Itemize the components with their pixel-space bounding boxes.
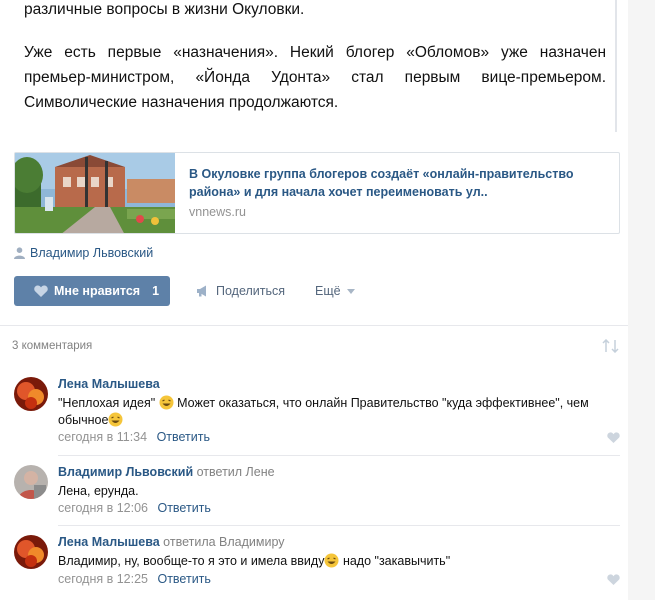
comment-text: Владимир, ну, вообще-то я это и имела вв… bbox=[58, 553, 618, 570]
heart-icon bbox=[34, 285, 48, 297]
comment-text-part: "Неплохая идея" bbox=[58, 396, 156, 410]
laugh-emoji-icon bbox=[324, 553, 339, 568]
comment-time[interactable]: сегодня в 12:25 bbox=[58, 572, 148, 586]
like-label: Мне нравится bbox=[54, 284, 141, 298]
post-actions-bar: Мне нравится 1 Поделиться Ещё bbox=[14, 276, 355, 306]
comment-author[interactable]: Владимир Львовский ответил Лене bbox=[58, 465, 275, 479]
laugh-emoji-icon bbox=[159, 395, 174, 410]
heart-icon[interactable] bbox=[607, 432, 620, 443]
comment-meta: сегодня в 12:06 Ответить bbox=[58, 501, 211, 515]
avatar[interactable] bbox=[14, 377, 48, 411]
post-scroll-divider bbox=[615, 0, 617, 132]
more-label: Ещё bbox=[315, 284, 341, 298]
post-text-paragraph: различные вопросы в жизни Окуловки. bbox=[24, 1, 305, 18]
heart-icon[interactable] bbox=[607, 574, 620, 585]
link-preview-image[interactable] bbox=[15, 153, 175, 233]
person-icon bbox=[14, 247, 25, 259]
link-attachment-card[interactable]: В Окуловке группа блогеров создаёт «онла… bbox=[14, 152, 620, 234]
reply-to-note: ответила Владимиру bbox=[163, 535, 285, 549]
comment-time[interactable]: сегодня в 11:34 bbox=[58, 430, 147, 444]
reply-button[interactable]: Ответить bbox=[157, 572, 210, 586]
more-button[interactable]: Ещё bbox=[315, 284, 355, 298]
avatar[interactable] bbox=[14, 465, 48, 499]
reply-to-note: ответил Лене bbox=[196, 465, 275, 479]
comment-text-part: Владимир, ну, вообще-то я это и имела вв… bbox=[58, 554, 325, 568]
comment-separator bbox=[58, 525, 620, 526]
like-count: 1 bbox=[152, 284, 160, 298]
like-button[interactable]: Мне нравится 1 bbox=[14, 276, 170, 306]
comment-text: Лена, ерунда. bbox=[58, 484, 139, 498]
avatar[interactable] bbox=[14, 535, 48, 569]
laugh-emoji-icon bbox=[108, 412, 123, 427]
sort-icon[interactable] bbox=[602, 339, 620, 353]
page-side-background bbox=[628, 0, 655, 600]
reply-button[interactable]: Ответить bbox=[157, 430, 210, 444]
comment-author[interactable]: Лена Малышева ответила Владимиру bbox=[58, 535, 285, 549]
comment-author[interactable]: Лена Малышева bbox=[58, 377, 160, 391]
comments-divider bbox=[0, 325, 628, 326]
link-title[interactable]: В Окуловке группа блогеров создаёт «онла… bbox=[189, 165, 609, 201]
chevron-down-icon bbox=[346, 288, 355, 294]
comment-meta: сегодня в 11:34 Ответить bbox=[58, 430, 210, 444]
wall-post: различные вопросы в жизни Окуловки. Уже … bbox=[0, 0, 628, 600]
comment-time[interactable]: сегодня в 12:06 bbox=[58, 501, 148, 515]
comment-author-name[interactable]: Владимир Львовский bbox=[58, 465, 193, 479]
comment-separator bbox=[58, 455, 620, 456]
comment-text: "Неплохая идея" Может оказаться, что онл… bbox=[58, 395, 618, 429]
post-text-paragraph: Уже есть первые «назначения». Некий блог… bbox=[24, 44, 606, 111]
link-domain: vnnews.ru bbox=[189, 205, 246, 219]
comment-text-part: надо "закавычить" bbox=[339, 554, 451, 568]
comments-count: 3 комментария bbox=[12, 340, 93, 352]
post-author-name[interactable]: Владимир Львовский bbox=[30, 246, 153, 260]
megaphone-icon bbox=[197, 285, 206, 297]
share-label: Поделиться bbox=[216, 284, 286, 298]
comment-author-name[interactable]: Лена Малышева bbox=[58, 535, 160, 549]
comment-meta: сегодня в 12:25 Ответить bbox=[58, 572, 211, 586]
post-signature-author[interactable]: Владимир Львовский bbox=[14, 246, 153, 260]
reply-button[interactable]: Ответить bbox=[157, 501, 210, 515]
share-button[interactable]: Поделиться bbox=[196, 284, 285, 298]
